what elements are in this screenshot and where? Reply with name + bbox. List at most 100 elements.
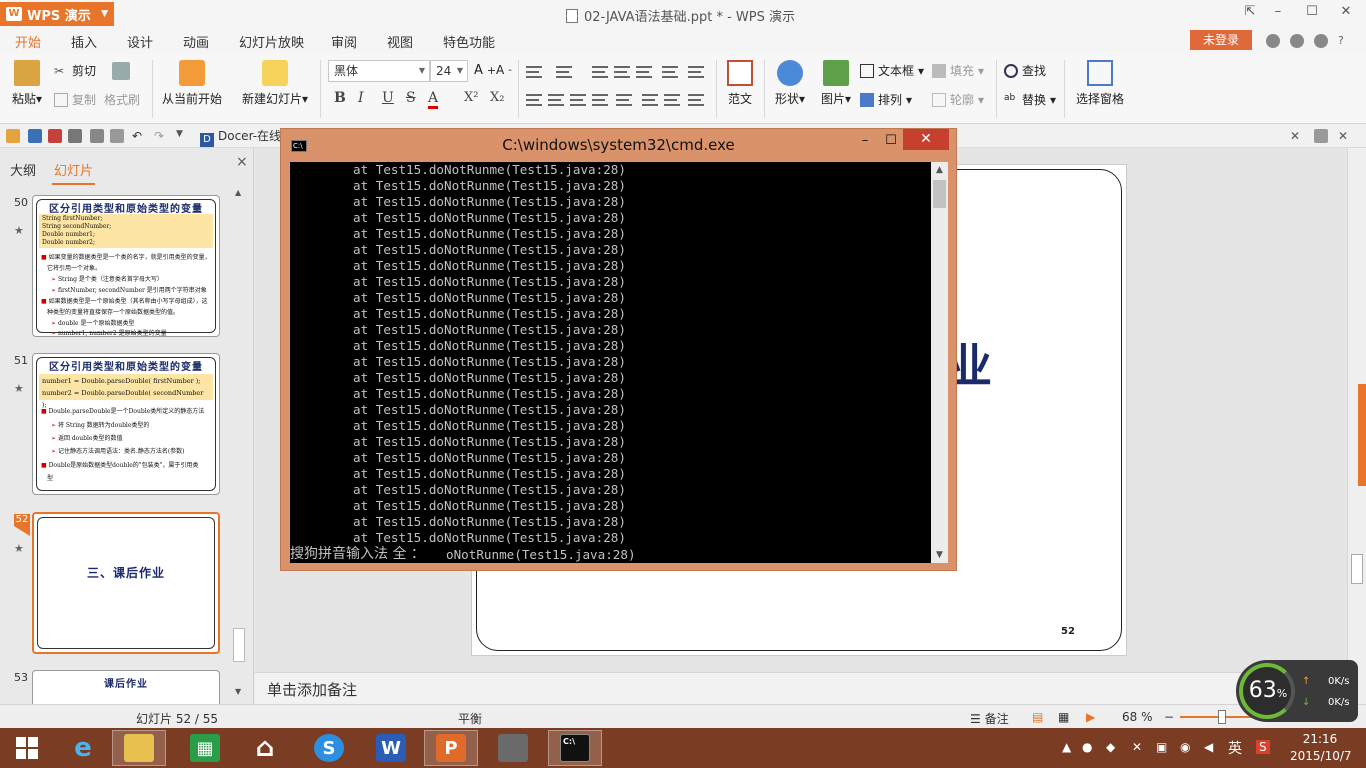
network-speed-widget[interactable]: 63% ↑ 0K/s ↓ 0K/s [1236, 660, 1358, 722]
open-folder-icon[interactable] [6, 129, 20, 143]
play-from-current-button[interactable]: 从当前开始 [160, 60, 224, 107]
font-name-select[interactable]: 黑体 ▼ [328, 60, 430, 82]
outline-button[interactable]: 轮廓 ▾ [932, 91, 984, 108]
help-icon[interactable]: ? [1338, 34, 1352, 48]
taskbar-store[interactable]: ▦ [178, 730, 232, 766]
scrollbar-thumb[interactable] [233, 628, 245, 662]
notes-pane[interactable]: 单击添加备注 [255, 672, 1348, 704]
shirt-icon[interactable] [1314, 34, 1328, 48]
scroll-down-icon[interactable]: ▼ [235, 687, 241, 696]
text-direction-icon[interactable] [662, 66, 678, 78]
justify-icon[interactable] [592, 94, 608, 106]
new-slide-button[interactable]: 新建幻灯片▾ [238, 60, 312, 107]
slide-thumbnail-51[interactable]: 区分引用类型和原始类型的变量 number1 = Double.parseDou… [32, 353, 220, 495]
template-button[interactable]: 范文 [724, 60, 756, 107]
ime-language-button[interactable]: 英 [1228, 738, 1242, 758]
slide-sorter-icon[interactable]: ▦ [1058, 710, 1069, 724]
cmd-minimize-button[interactable]: – [851, 133, 879, 148]
save-icon[interactable] [28, 129, 42, 143]
distribute-icon[interactable] [616, 94, 632, 106]
start-button[interactable] [0, 730, 54, 766]
font-color-button[interactable]: A [428, 90, 439, 109]
print-icon[interactable] [68, 129, 82, 143]
system-clock[interactable]: 21:16 2015/10/7 [1290, 731, 1352, 765]
preview-icon[interactable] [110, 129, 124, 143]
print-preview-icon[interactable] [90, 129, 104, 143]
taskbar-ie[interactable]: e [56, 730, 110, 766]
tray-app-icon-3[interactable]: ▣ [1156, 740, 1167, 754]
align-right-icon[interactable] [570, 94, 586, 106]
shape-button[interactable]: 形状▾ [770, 60, 810, 107]
tab-home[interactable]: 开始 [15, 32, 42, 57]
tab-review[interactable]: 审阅 [331, 32, 357, 51]
cut-button[interactable]: ✂ 剪切 [54, 62, 96, 79]
align-text-icon[interactable] [664, 94, 680, 106]
restore-ribbon-icon[interactable]: ⇱ [1236, 4, 1264, 19]
cmd-close-button[interactable]: ✕ [903, 129, 949, 150]
cmd-window[interactable]: C:\ C:\windows\system32\cmd.exe – ☐ ✕ at… [280, 128, 957, 571]
fill-button[interactable]: 填充 ▾ [932, 62, 984, 79]
align-left-icon[interactable] [526, 94, 542, 106]
task-pane-handle[interactable] [1358, 384, 1366, 486]
picture-button[interactable]: 图片▾ [816, 60, 856, 107]
align-center-icon[interactable] [548, 94, 564, 106]
undo-icon[interactable]: ↶ [132, 129, 146, 143]
pdf-icon[interactable] [48, 129, 62, 143]
tab-view[interactable]: 视图 [387, 32, 413, 51]
scrollbar-thumb[interactable] [1351, 554, 1363, 584]
scroll-up-icon[interactable]: ▲ [931, 162, 948, 178]
cmd-console-output[interactable]: at Test15.doNotRunme(Test15.java:28) at T… [290, 162, 931, 563]
tray-app-icon-2[interactable]: ✕ [1132, 740, 1142, 754]
superscript-button[interactable]: X² [464, 90, 478, 105]
strikethrough-button[interactable]: S [406, 90, 416, 106]
slide-thumbnail-50[interactable]: 区分引用类型和原始类型的变量 String firstNumber; Strin… [32, 195, 220, 337]
docer-online-tab[interactable]: D Docer-在线 [196, 126, 281, 147]
increase-indent-icon[interactable] [614, 66, 630, 78]
slides-scrollbar[interactable]: ▲ ▼ [232, 188, 246, 696]
tab-outline[interactable]: 大纲 [10, 160, 36, 179]
slide-thumbnail-52[interactable]: 三、课后作业 [32, 512, 220, 654]
tray-overflow-icon[interactable]: ▲ [1062, 740, 1071, 754]
tab-animation[interactable]: 动画 [183, 32, 209, 51]
taskbar-cmd[interactable]: C:\ [548, 730, 602, 766]
tray-app-icon[interactable]: ◆ [1106, 740, 1115, 754]
grow-font-button[interactable]: A + [474, 63, 496, 78]
zoom-out-button[interactable]: − [1164, 710, 1174, 724]
find-button[interactable]: 查找 [1004, 62, 1046, 79]
taskbar-wps-presentation[interactable]: P [424, 730, 478, 766]
close-button[interactable]: ✕ [1332, 4, 1360, 19]
redo-icon[interactable]: ↷ [154, 129, 168, 143]
maximize-button[interactable]: ☐ [1298, 4, 1326, 19]
slide-thumbnail-53[interactable]: 课后作业 [32, 670, 220, 704]
columns-icon[interactable] [636, 66, 652, 78]
qq-icon[interactable]: ● [1082, 740, 1092, 754]
zoom-slider-handle[interactable] [1218, 710, 1226, 724]
wifi-icon[interactable]: ◉ [1180, 740, 1190, 754]
slideshow-icon[interactable]: ▶ [1086, 710, 1095, 724]
decrease-indent-icon[interactable] [592, 66, 608, 78]
pin-icon[interactable]: ✕ [1290, 129, 1304, 143]
wps-app-menu-button[interactable]: W WPS 演示 ▼ [0, 2, 114, 26]
italic-button[interactable]: I [358, 90, 364, 106]
sogou-tray-icon[interactable]: S [1256, 740, 1270, 754]
close-doc-icon[interactable]: ✕ [1338, 129, 1352, 143]
line-spacing-icon[interactable] [688, 66, 704, 78]
shrink-font-button[interactable]: A- [496, 63, 512, 77]
scrollbar-thumb[interactable] [933, 180, 946, 208]
format-painter-button[interactable]: 格式刷 [104, 91, 140, 108]
notes-toggle-button[interactable]: ☰ 备注 [970, 710, 1009, 727]
tab-features[interactable]: 特色功能 [443, 32, 495, 51]
scroll-up-icon[interactable]: ▲ [235, 188, 241, 197]
arrange-button[interactable]: 排列 ▾ [860, 91, 912, 108]
cmd-scrollbar[interactable]: ▲ ▼ [931, 162, 948, 563]
bold-button[interactable]: B [334, 90, 346, 106]
tab-design[interactable]: 设计 [127, 32, 153, 51]
taskbar-wps-writer[interactable]: W [364, 730, 418, 766]
taskbar-home[interactable]: ⌂ [238, 730, 292, 766]
normal-view-icon[interactable]: ▤ [1032, 710, 1043, 724]
taskbar-game[interactable] [486, 730, 540, 766]
smartart-icon[interactable] [688, 94, 704, 106]
cmd-title-bar[interactable]: C:\ C:\windows\system32\cmd.exe – ☐ ✕ [281, 129, 956, 159]
tab-insert[interactable]: 插入 [71, 32, 97, 51]
textbox-button[interactable]: 文本框 ▾ [860, 62, 924, 79]
